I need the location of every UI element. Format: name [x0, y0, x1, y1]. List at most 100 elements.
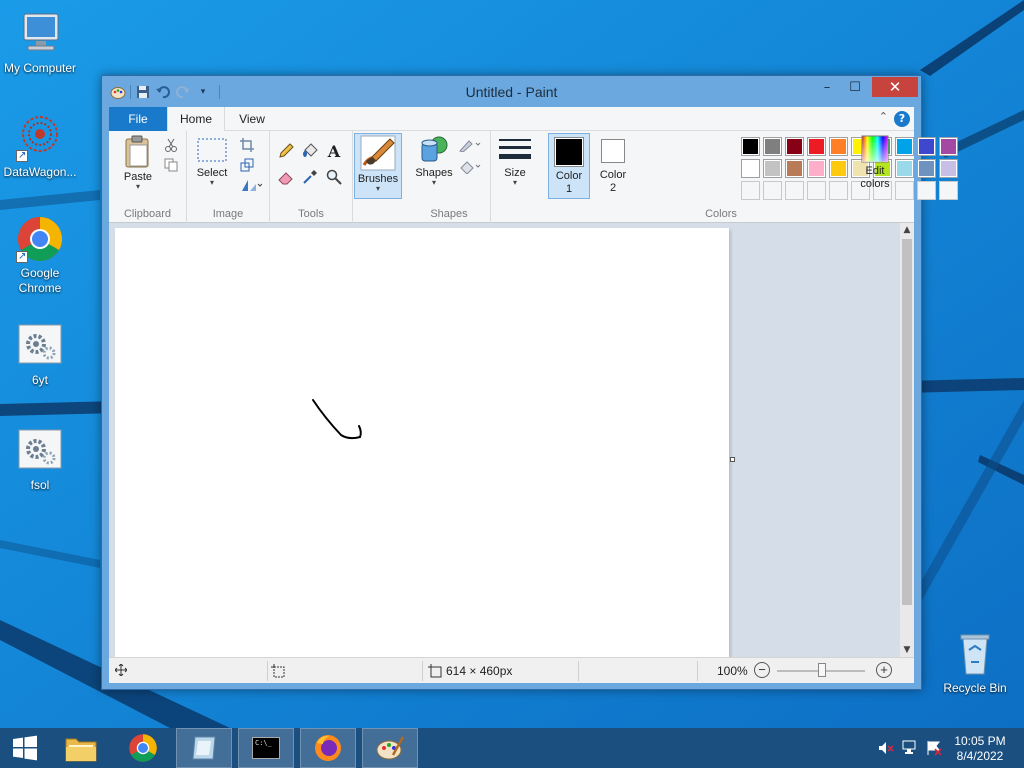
- shapes-button[interactable]: Shapes ▾: [412, 135, 456, 187]
- taskbar-command-prompt[interactable]: C:\_: [238, 728, 294, 768]
- zoom-slider-thumb[interactable]: [818, 663, 826, 677]
- palette-swatch[interactable]: [829, 137, 848, 156]
- text-tool-icon[interactable]: A: [326, 142, 342, 161]
- chrome-icon: [129, 734, 157, 762]
- title-bar[interactable]: ▾ Untitled - Paint – ☐ ✕: [102, 76, 921, 107]
- vertical-scrollbar[interactable]: ▲ ▼: [900, 223, 914, 657]
- desktop-icon-fsol[interactable]: fsol: [1, 427, 79, 493]
- desktop-icon-recycle-bin[interactable]: Recycle Bin: [936, 630, 1014, 696]
- settings-file-icon: [16, 427, 64, 475]
- fill-bucket-icon[interactable]: [302, 143, 318, 159]
- taskbar-chrome[interactable]: [117, 728, 169, 768]
- taskbar-paint[interactable]: [362, 728, 418, 768]
- magnifier-icon[interactable]: [326, 169, 342, 185]
- tab-file[interactable]: File: [109, 107, 167, 131]
- clock[interactable]: 10:05 PM 8/4/2022: [950, 734, 1010, 764]
- palette-swatch[interactable]: [917, 159, 936, 178]
- settings-file-icon: [16, 322, 64, 370]
- palette-swatch-empty[interactable]: [829, 181, 848, 200]
- window-title: Untitled - Paint: [465, 84, 558, 100]
- desktop-icon-datawagon[interactable]: DataWagon...: [1, 114, 79, 180]
- clock-date: 8/4/2022: [956, 749, 1004, 763]
- rotate-icon[interactable]: [239, 177, 263, 193]
- close-button[interactable]: ✕: [872, 77, 918, 97]
- palette-swatch-empty[interactable]: [807, 181, 826, 200]
- palette-swatch[interactable]: [763, 137, 782, 156]
- network-icon[interactable]: [902, 740, 918, 759]
- action-center-icon[interactable]: [926, 740, 942, 759]
- copy-icon[interactable]: [163, 157, 179, 173]
- fill-icon[interactable]: [458, 159, 484, 175]
- zoom-out-button[interactable]: −: [754, 662, 770, 678]
- tab-view[interactable]: View: [227, 107, 277, 131]
- palette-swatch[interactable]: [917, 137, 936, 156]
- pencil-icon[interactable]: [278, 143, 294, 159]
- scrollbar-thumb[interactable]: [902, 239, 912, 605]
- palette-swatch-empty[interactable]: [741, 181, 760, 200]
- scroll-down-icon[interactable]: ▼: [900, 645, 914, 655]
- taskbar-file-explorer[interactable]: [55, 728, 107, 768]
- resize-icon[interactable]: [239, 157, 255, 173]
- maximize-button[interactable]: ☐: [842, 77, 868, 97]
- scroll-up-icon[interactable]: ▲: [900, 225, 914, 235]
- group-label-shapes: Shapes: [430, 208, 468, 220]
- crop-icon[interactable]: [239, 137, 255, 153]
- firefox-icon: [315, 735, 341, 761]
- eraser-icon[interactable]: [278, 169, 294, 185]
- desktop-icon-my-computer[interactable]: My Computer: [1, 10, 79, 76]
- group-label-clipboard: Clipboard: [123, 208, 172, 220]
- chevron-down-icon: ▾: [512, 178, 517, 187]
- desktop-icon-label: 6yt: [31, 373, 48, 387]
- palette-swatch-empty[interactable]: [763, 181, 782, 200]
- color-spectrum-icon: [861, 135, 889, 163]
- palette-swatch[interactable]: [807, 137, 826, 156]
- palette-swatch-empty[interactable]: [917, 181, 936, 200]
- minimize-button[interactable]: –: [814, 77, 840, 97]
- start-button[interactable]: [0, 728, 50, 768]
- desktop-icon-6yt[interactable]: 6yt: [1, 322, 79, 388]
- paste-button[interactable]: Paste ▾: [117, 135, 159, 191]
- canvas-resize-handle[interactable]: [730, 457, 735, 462]
- palette-swatch[interactable]: [763, 159, 782, 178]
- statusbar-separator: [697, 661, 698, 681]
- palette-swatch[interactable]: [785, 159, 804, 178]
- color-picker-icon[interactable]: [302, 169, 318, 185]
- volume-muted-icon[interactable]: [878, 740, 894, 759]
- palette-swatch[interactable]: [807, 159, 826, 178]
- brushes-button[interactable]: Brushes ▾: [354, 133, 402, 199]
- clock-time: 10:05 PM: [954, 734, 1006, 748]
- desktop-icon-google-chrome[interactable]: Google Chrome: [1, 215, 79, 296]
- help-icon[interactable]: ?: [894, 111, 910, 127]
- size-button[interactable]: Size ▾: [495, 135, 535, 187]
- chevron-down-icon: ▾: [431, 178, 436, 187]
- palette-swatch[interactable]: [939, 159, 958, 178]
- palette-swatch[interactable]: [895, 137, 914, 156]
- cut-icon[interactable]: [163, 137, 179, 153]
- edit-colors-button[interactable]: Edit colors: [853, 135, 897, 191]
- line-size-icon: [499, 139, 531, 159]
- color1-button[interactable]: Color 1: [548, 133, 590, 199]
- palette-swatch[interactable]: [785, 137, 804, 156]
- minimize-ribbon-icon[interactable]: ⌃: [879, 110, 888, 123]
- chevron-down-icon: ▾: [209, 178, 214, 187]
- shortcut-arrow-icon: [16, 148, 28, 163]
- palette-swatch-empty[interactable]: [895, 181, 914, 200]
- color2-button[interactable]: Color 2: [592, 133, 634, 199]
- group-size: Size ▾: [491, 131, 539, 223]
- canvas-workspace: [109, 223, 900, 657]
- palette-swatch[interactable]: [741, 159, 760, 178]
- chevron-down-icon: ▾: [375, 184, 380, 193]
- taskbar-app-window[interactable]: [176, 728, 232, 768]
- palette-swatch[interactable]: [939, 137, 958, 156]
- palette-swatch[interactable]: [895, 159, 914, 178]
- palette-swatch-empty[interactable]: [785, 181, 804, 200]
- zoom-in-button[interactable]: +: [876, 662, 892, 678]
- outline-icon[interactable]: [458, 137, 484, 153]
- tab-home[interactable]: Home: [167, 107, 225, 132]
- taskbar-firefox[interactable]: [300, 728, 356, 768]
- palette-swatch[interactable]: [741, 137, 760, 156]
- palette-swatch-empty[interactable]: [939, 181, 958, 200]
- select-button[interactable]: Select ▾: [193, 135, 231, 187]
- palette-swatch[interactable]: [829, 159, 848, 178]
- drawing-canvas[interactable]: [115, 228, 729, 657]
